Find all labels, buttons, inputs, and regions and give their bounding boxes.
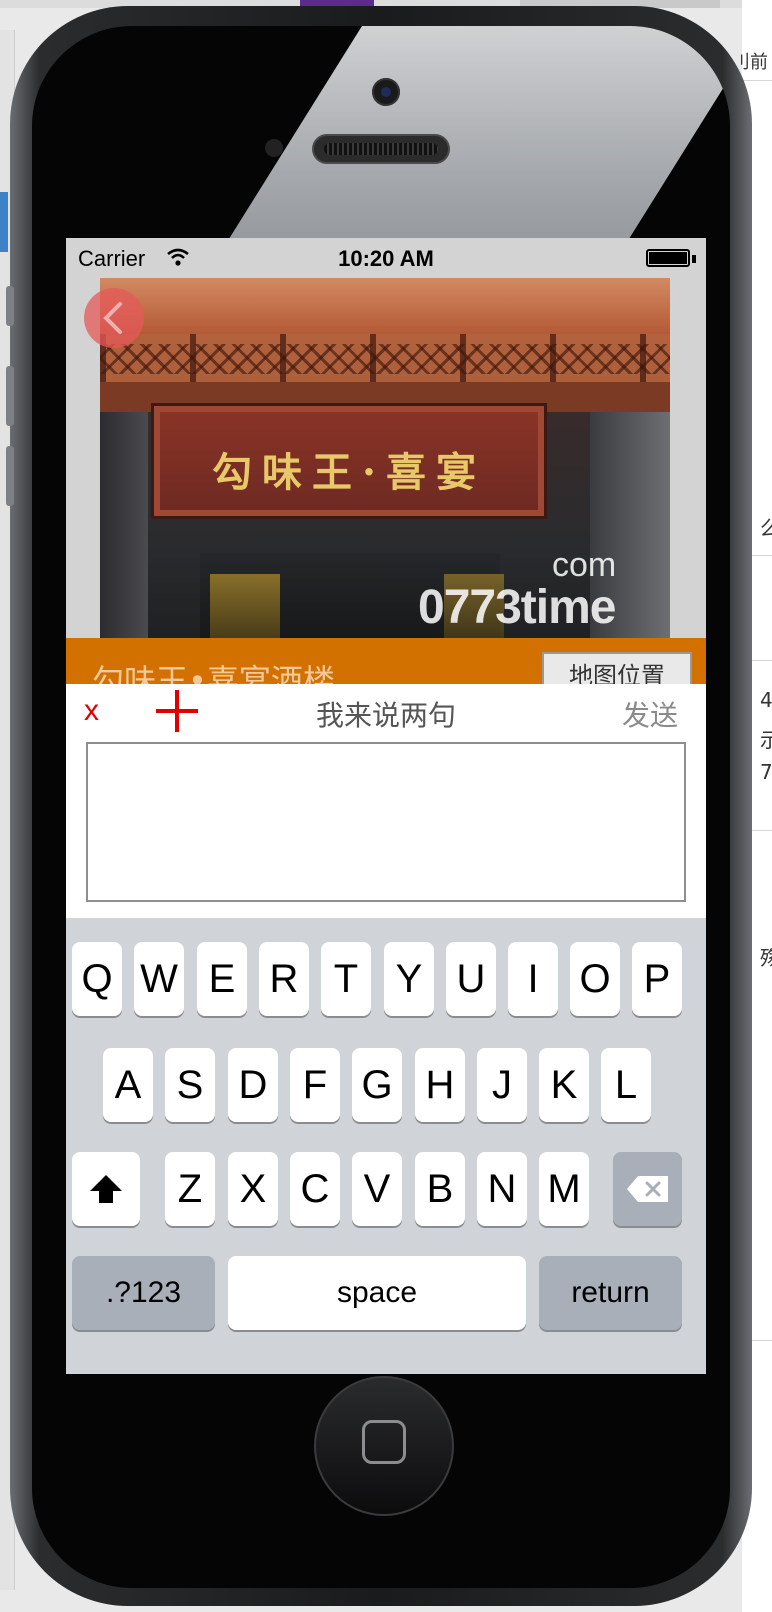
return-key[interactable]: return xyxy=(539,1256,682,1330)
volume-up-button xyxy=(6,366,14,426)
key-b[interactable]: B xyxy=(415,1152,465,1226)
shift-arrow-icon xyxy=(90,1175,122,1203)
app-screen: Carrier 10:20 AM 勾味王·喜宴 com 0773time 勾味王… xyxy=(66,238,706,1374)
desktop-text-fragment: 么 xyxy=(760,516,772,540)
key-z[interactable]: Z xyxy=(165,1152,215,1226)
key-y[interactable]: Y xyxy=(384,942,434,1016)
key-g[interactable]: G xyxy=(352,1048,402,1122)
desktop-text-fragment: 示 xyxy=(760,728,772,752)
desktop-right-divider xyxy=(742,80,772,81)
key-e[interactable]: E xyxy=(197,942,247,1016)
battery-icon xyxy=(646,249,690,267)
key-r[interactable]: R xyxy=(259,942,309,1016)
key-h[interactable]: H xyxy=(415,1048,465,1122)
proximity-sensor xyxy=(265,139,283,157)
key-m[interactable]: M xyxy=(539,1152,589,1226)
key-j[interactable]: J xyxy=(477,1048,527,1122)
map-location-button[interactable]: 地图位置 xyxy=(542,652,692,684)
space-key[interactable]: space xyxy=(228,1256,526,1330)
chevron-left-icon xyxy=(103,302,122,334)
venue-hero: 勾味王·喜宴 com 0773time xyxy=(66,278,706,658)
desktop-left-selection xyxy=(0,192,8,252)
key-o[interactable]: O xyxy=(570,942,620,1016)
clock: 10:20 AM xyxy=(338,246,434,271)
shift-key[interactable] xyxy=(72,1152,140,1226)
ios-keyboard: Q W E R T Y U I O P A S D F G H J K L Z … xyxy=(66,918,706,1374)
key-d[interactable]: D xyxy=(228,1048,278,1122)
key-k[interactable]: K xyxy=(539,1048,589,1122)
key-q[interactable]: Q xyxy=(72,942,122,1016)
mute-switch xyxy=(6,286,14,326)
volume-down-button xyxy=(6,446,14,506)
battery-tip xyxy=(692,255,696,263)
key-n[interactable]: N xyxy=(477,1152,527,1226)
numbers-key[interactable]: .?123 xyxy=(72,1256,215,1330)
signboard-text: 勾味王·喜宴 xyxy=(212,449,486,496)
home-square-icon xyxy=(362,1420,406,1464)
comment-input[interactable] xyxy=(86,742,686,902)
key-a[interactable]: A xyxy=(103,1048,153,1122)
key-l[interactable]: L xyxy=(601,1048,651,1122)
front-camera xyxy=(372,78,400,106)
key-t[interactable]: T xyxy=(321,942,371,1016)
key-i[interactable]: I xyxy=(508,942,558,1016)
comment-panel-title: 我来说两句 xyxy=(315,699,456,732)
desktop-text-fragment: 殇 xyxy=(760,946,772,970)
earpiece-speaker xyxy=(312,134,450,164)
key-x[interactable]: X xyxy=(228,1152,278,1226)
delete-key[interactable] xyxy=(613,1152,682,1226)
key-p[interactable]: P xyxy=(632,942,682,1016)
backspace-icon xyxy=(626,1176,668,1202)
watermark-site: 0773time xyxy=(418,581,616,634)
restaurant-signboard: 勾味王·喜宴 xyxy=(154,406,544,516)
status-bar: Carrier 10:20 AM xyxy=(66,238,706,278)
key-u[interactable]: U xyxy=(446,942,496,1016)
key-f[interactable]: F xyxy=(290,1048,340,1122)
send-button[interactable]: 发送 xyxy=(622,694,678,734)
desktop-text-fragment: 4 xyxy=(760,688,772,712)
home-button[interactable] xyxy=(314,1376,454,1516)
venue-name: 勾味王•喜宴酒楼 xyxy=(92,662,335,684)
venue-title-bar: 勾味王•喜宴酒楼 地图位置 xyxy=(66,638,706,684)
back-button[interactable] xyxy=(84,288,144,348)
key-v[interactable]: V xyxy=(352,1152,402,1226)
key-s[interactable]: S xyxy=(165,1048,215,1122)
key-c[interactable]: C xyxy=(290,1152,340,1226)
comment-panel: x 我来说两句 发送 xyxy=(66,684,706,918)
key-w[interactable]: W xyxy=(134,942,184,1016)
venue-photo: 勾味王·喜宴 com 0773time xyxy=(100,278,670,658)
desktop-text-fragment: 7 xyxy=(760,760,772,784)
